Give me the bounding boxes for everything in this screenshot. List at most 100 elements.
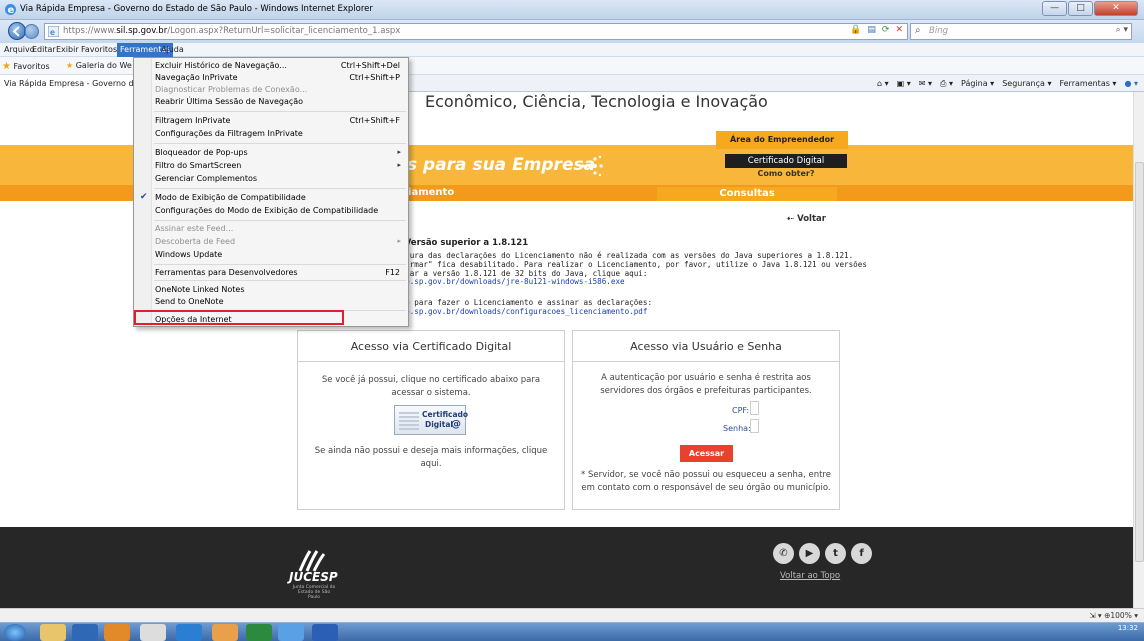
menu-item-reabrir-sessao[interactable]: Reabrir Última Sessão de Navegação bbox=[155, 97, 303, 106]
help-icon[interactable]: ● ▾ bbox=[1124, 79, 1138, 89]
certificado-info-link[interactable]: Se ainda não possui e deseja mais inform… bbox=[298, 445, 564, 471]
voltar-link[interactable]: ⇠ Voltar bbox=[787, 214, 826, 224]
cmd-pagina[interactable]: Página ▾ bbox=[961, 79, 994, 89]
menu-separator bbox=[154, 280, 406, 281]
notice-text-2: ção para fazer o Licenciamento e assinar… bbox=[396, 298, 652, 316]
como-obter-link[interactable]: Como obter? bbox=[725, 169, 847, 178]
menu-item-inprivate[interactable]: Navegação InPrivate bbox=[155, 73, 238, 82]
search-box[interactable]: ⌕ Bing ⌕ ▾ bbox=[910, 23, 1132, 40]
word-icon[interactable] bbox=[312, 624, 338, 641]
zoom-level[interactable]: ⇲ ▾ ⊕100% ▾ bbox=[1089, 611, 1138, 620]
dots-logo-icon bbox=[581, 155, 603, 177]
submenu-arrow-icon: ▸ bbox=[397, 148, 401, 156]
menu-item-compatibilidade[interactable]: Modo de Exibição de Compatibilidade bbox=[155, 193, 306, 202]
menu-item-excluir-historico[interactable]: Excluir Histórico de Navegação... bbox=[155, 61, 287, 70]
command-bar: ⌂ ▾ ▣ ▾ ✉ ▾ ⎙ ▾ Página ▾ Segurança ▾ Fer… bbox=[877, 79, 1138, 89]
address-bar[interactable]: e https://www.sil.sp.gov.br/Logon.aspx?R… bbox=[44, 23, 908, 40]
menu-separator bbox=[154, 111, 406, 112]
ie-taskbar-icon[interactable] bbox=[278, 624, 304, 641]
skype-icon[interactable] bbox=[176, 624, 202, 641]
start-button[interactable] bbox=[4, 624, 26, 641]
highlight-box bbox=[134, 310, 344, 325]
menu-item-popups[interactable]: Bloqueador de Pop-ups bbox=[155, 148, 248, 157]
menu-item-windows-update[interactable]: Windows Update bbox=[155, 250, 222, 259]
vertical-scrollbar[interactable] bbox=[1133, 92, 1144, 608]
search-go-icon[interactable]: ⌕ ▾ bbox=[1116, 25, 1128, 35]
menu-favoritos[interactable]: Favoritos bbox=[81, 45, 117, 54]
menu-item-config-compatibilidade[interactable]: Configurações do Modo de Exibição de Com… bbox=[155, 206, 378, 215]
window-title: Via Rápida Empresa - Governo do Estado d… bbox=[20, 4, 373, 14]
nav-consultas[interactable]: Consultas bbox=[657, 187, 837, 201]
app-icon[interactable] bbox=[212, 624, 238, 641]
page-favicon: e bbox=[48, 26, 59, 37]
chrome-icon[interactable] bbox=[140, 624, 166, 641]
mail-icon[interactable]: ✉ ▾ bbox=[919, 79, 932, 89]
print-icon[interactable]: ⎙ ▾ bbox=[940, 79, 953, 89]
menu-separator bbox=[154, 143, 406, 144]
media-player-icon[interactable] bbox=[72, 624, 98, 641]
certificado-box-text: Se você já possui, clique no certificado… bbox=[321, 375, 541, 398]
certificado-digital-button[interactable]: Certificado Digital bbox=[725, 154, 847, 168]
area-empreendedor-tab[interactable]: Área do Empreendedor bbox=[716, 131, 848, 149]
menu-separator bbox=[154, 264, 406, 265]
menu-arquivo[interactable]: Arquivo bbox=[4, 45, 35, 54]
config-pdf-link[interactable]: esp.sp.gov.br/downloads/configuracoes_li… bbox=[396, 307, 647, 316]
banner-slogan: s para sua Empresa bbox=[407, 155, 596, 175]
facebook-icon[interactable]: f bbox=[851, 543, 872, 564]
menu-item-config-filtragem[interactable]: Configurações da Filtragem InPrivate bbox=[155, 129, 303, 138]
refresh-icon[interactable]: ⟳ bbox=[882, 25, 890, 35]
cpf-label: CPF: bbox=[732, 406, 750, 415]
search-placeholder: Bing bbox=[929, 26, 948, 36]
menu-item-smartscreen[interactable]: Filtro do SmartScreen bbox=[155, 161, 241, 170]
stop-icon[interactable]: ✕ bbox=[895, 25, 903, 35]
menu-item-filtragem-inprivate[interactable]: Filtragem InPrivate bbox=[155, 116, 230, 125]
close-button[interactable]: ✕ bbox=[1094, 1, 1138, 16]
taskbar-clock[interactable]: 13:32 bbox=[1118, 625, 1138, 632]
explorer-icon[interactable] bbox=[40, 624, 66, 641]
menu-item-send-onenote[interactable]: Send to OneNote bbox=[155, 297, 224, 306]
youtube-icon[interactable]: ▶ bbox=[799, 543, 820, 564]
favorites-label: Favoritos bbox=[13, 62, 50, 71]
phone-icon[interactable]: ✆ bbox=[773, 543, 794, 564]
menu-exibir[interactable]: Exibir bbox=[56, 45, 79, 54]
menu-item-dev-tools[interactable]: Ferramentas para Desenvolvedores bbox=[155, 268, 298, 277]
menu-item-complementos[interactable]: Gerenciar Complementos bbox=[155, 174, 257, 183]
cmd-ferramentas[interactable]: Ferramentas ▾ bbox=[1059, 79, 1116, 89]
ie-logo-icon: e bbox=[5, 4, 16, 16]
voltar-ao-topo-link[interactable]: Voltar ao Topo bbox=[780, 571, 840, 581]
shortcut-dev-tools: F12 bbox=[385, 268, 400, 277]
cmd-seguranca[interactable]: Segurança ▾ bbox=[1002, 79, 1051, 89]
notice-text: satura das declarações do Licenciamento … bbox=[396, 251, 867, 287]
compat-view-icon[interactable]: ▤ bbox=[867, 25, 876, 35]
lock-icon[interactable]: 🔒 bbox=[850, 25, 861, 35]
zone-icon: ⇲ ▾ bbox=[1089, 611, 1105, 620]
scrollbar-thumb[interactable] bbox=[1135, 162, 1144, 562]
svg-text:e: e bbox=[8, 5, 15, 16]
twitter-icon[interactable]: t bbox=[825, 543, 846, 564]
certificado-access-box: Acesso via Certificado Digital Se você j… bbox=[297, 330, 565, 510]
acessar-button[interactable]: Acessar bbox=[680, 445, 733, 462]
usuario-box-text: A autenticação por usuário e senha é res… bbox=[600, 373, 812, 396]
minimize-button[interactable]: — bbox=[1042, 1, 1067, 16]
maximize-button[interactable]: □ bbox=[1068, 1, 1093, 16]
firefox-icon[interactable] bbox=[104, 624, 130, 641]
notice-line: ção para fazer o Licenciamento e assinar… bbox=[396, 298, 653, 307]
submenu-arrow-icon: ▸ bbox=[397, 161, 401, 169]
browser-tab[interactable]: Via Rápida Empresa - Governo do E bbox=[0, 75, 134, 92]
menu-ajuda[interactable]: Ajuda bbox=[161, 45, 184, 54]
favorites-button[interactable]: ★ Favoritos bbox=[2, 61, 50, 72]
usuario-access-box: Acesso via Usuário e Senha A autenticaçã… bbox=[572, 330, 840, 510]
footer: JUCESP Junta Comercial do Estado de São … bbox=[0, 527, 1133, 608]
shortcut-filtragem: Ctrl+Shift+F bbox=[349, 116, 400, 125]
gallery-link[interactable]: ★ Galeria do We bbox=[66, 61, 132, 70]
home-icon[interactable]: ⌂ ▾ bbox=[877, 79, 889, 89]
menu-editar[interactable]: Editar bbox=[32, 45, 56, 54]
excel-icon[interactable] bbox=[246, 624, 272, 641]
menu-item-onenote-linked[interactable]: OneNote Linked Notes bbox=[155, 285, 245, 294]
forward-button[interactable] bbox=[24, 24, 39, 39]
cpf-input[interactable] bbox=[750, 401, 759, 415]
feeds-icon[interactable]: ▣ ▾ bbox=[897, 79, 911, 89]
certificado-digital-logo[interactable]: Certificado Digital @ bbox=[394, 405, 468, 435]
senha-input[interactable] bbox=[750, 419, 759, 433]
java-download-link[interactable]: esp.sp.gov.br/downloads/jre-8u121-window… bbox=[396, 277, 625, 286]
